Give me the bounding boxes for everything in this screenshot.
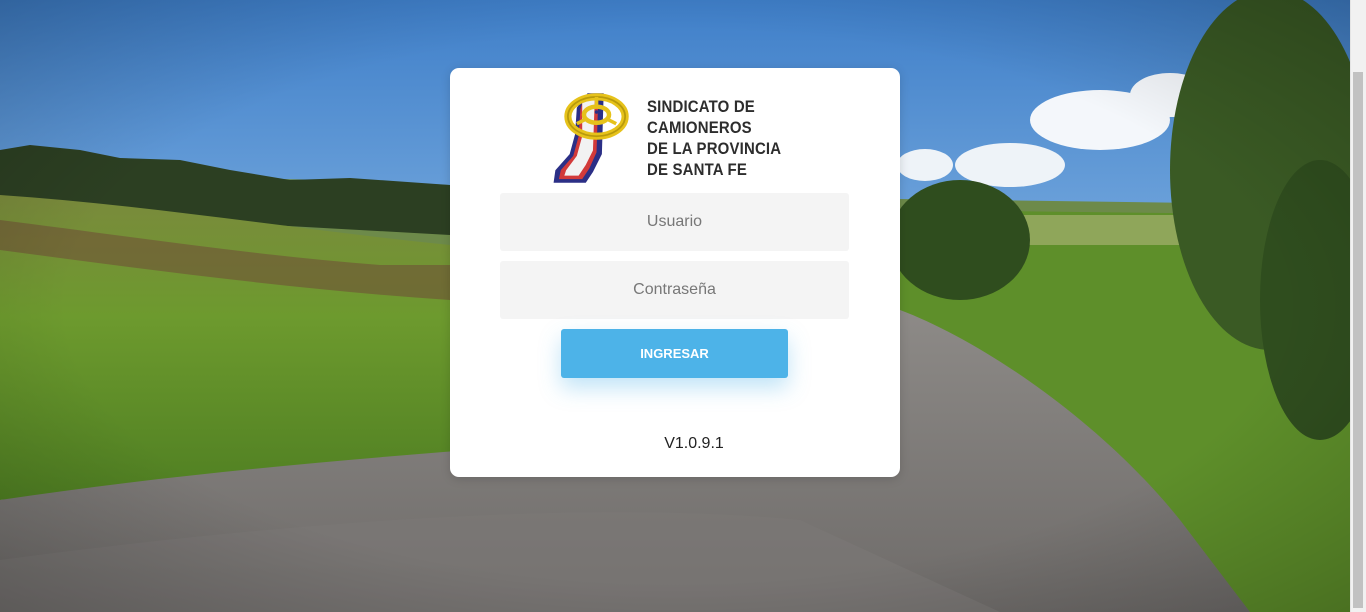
logo-emblem-icon [553, 93, 629, 183]
logo-line: DE LA PROVINCIA [647, 139, 782, 158]
username-input[interactable] [500, 193, 849, 251]
logo-text: SINDICATO DE CAMIONEROS DE LA PROVINCIA … [647, 96, 800, 180]
page-scrollbar[interactable] [1350, 0, 1366, 612]
logo-line: CAMIONEROS [647, 118, 753, 137]
logo: SINDICATO DE CAMIONEROS DE LA PROVINCIA … [550, 86, 800, 190]
logo-line: DE SANTA FE [647, 160, 748, 179]
scrollbar-thumb[interactable] [1353, 72, 1363, 608]
logo-line: SINDICATO DE [647, 97, 756, 116]
login-button[interactable]: INGRESAR [561, 329, 788, 378]
login-card: SINDICATO DE CAMIONEROS DE LA PROVINCIA … [450, 68, 900, 477]
version-label: V1.0.9.1 [664, 435, 724, 452]
password-input[interactable] [500, 261, 849, 319]
